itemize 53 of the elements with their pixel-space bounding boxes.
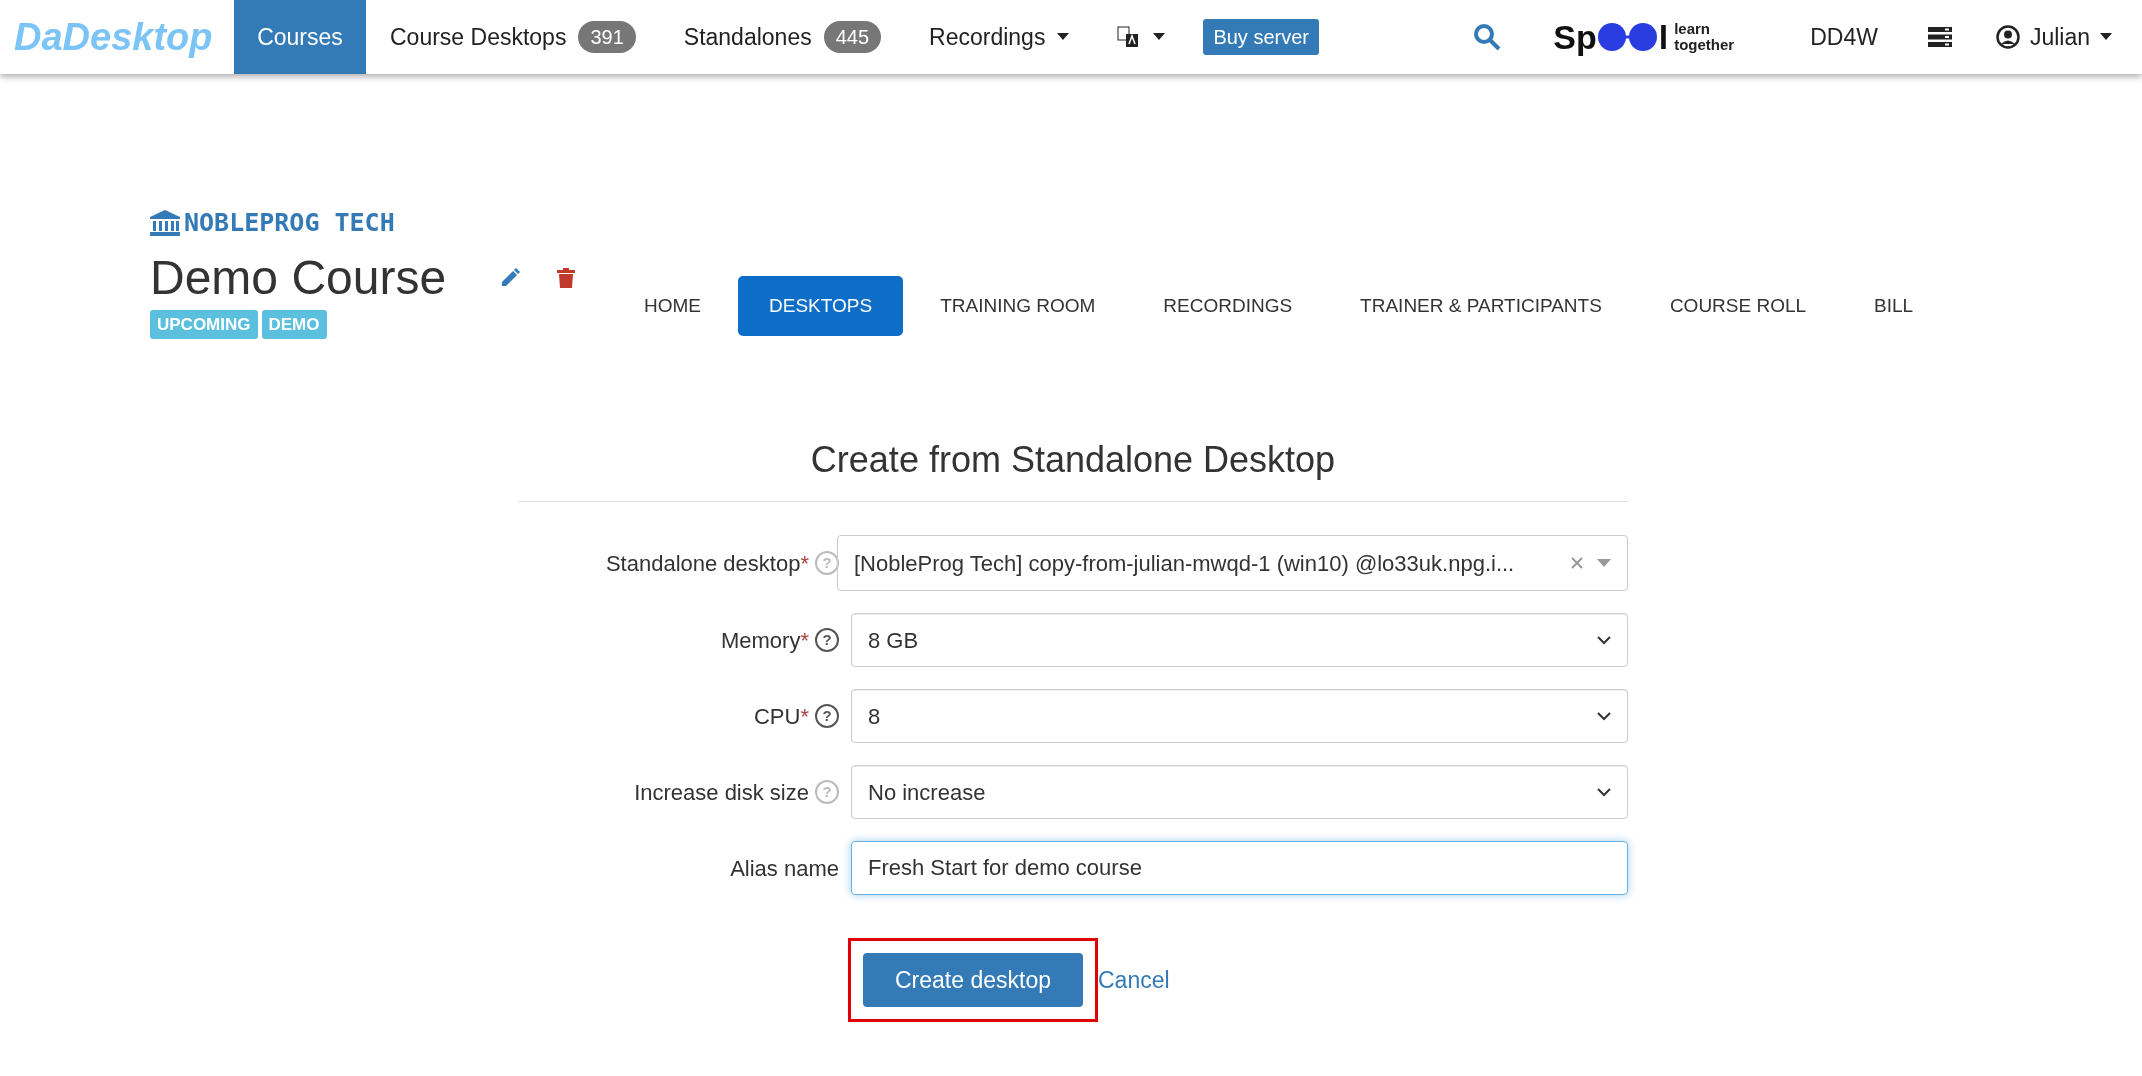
field-label: Increase disk size: [634, 778, 809, 807]
status-badge: DEMO: [261, 309, 327, 339]
clear-icon[interactable]: [1571, 557, 1583, 569]
dropdown-triangle-icon: [1597, 559, 1611, 567]
server-icon[interactable]: [1927, 27, 1952, 47]
count-badge: 445: [823, 21, 882, 53]
caret-icon: [1153, 33, 1166, 41]
user-menu[interactable]: Julian: [1973, 0, 2142, 74]
help-icon[interactable]: ?: [815, 704, 839, 728]
field-label: CPU: [754, 702, 801, 731]
required-mark: *: [800, 626, 809, 655]
select-field[interactable]: No increase: [851, 765, 1628, 819]
nav-link[interactable]: Courses: [234, 0, 366, 74]
course-tab[interactable]: RECORDINGS: [1132, 276, 1324, 336]
status-badge: UPCOMING: [150, 309, 258, 339]
course-title: Demo Course: [150, 249, 448, 306]
chevron-down-icon: [1597, 711, 1611, 721]
nav-link[interactable]: DD4W: [1782, 0, 1906, 74]
nav-link[interactable]: Standalones 445: [659, 0, 906, 74]
chevron-down-icon: [1597, 787, 1611, 797]
course-tab[interactable]: BILL: [1843, 276, 1945, 336]
chevron-down-icon: [1597, 635, 1611, 645]
create-desktop-button[interactable]: Create desktop: [863, 953, 1083, 1007]
required-mark: *: [800, 549, 809, 578]
field-label: Memory: [721, 626, 801, 655]
select-field[interactable]: 8: [851, 689, 1628, 743]
course-tab[interactable]: TRAINING ROOM: [909, 276, 1127, 336]
form-title: Create from Standalone Desktop: [518, 433, 1628, 502]
help-icon[interactable]: ?: [815, 628, 839, 652]
field-label: Standalone desktop: [605, 549, 801, 578]
nav-link[interactable]: Recordings: [905, 0, 1094, 74]
count-badge: 391: [578, 21, 636, 53]
alias-input[interactable]: Fresh Start for demo course: [851, 841, 1628, 895]
course-tab[interactable]: COURSE ROLL: [1638, 276, 1838, 336]
desktop-select[interactable]: [NobleProg Tech] copy-from-julian-mwqd-1 (win10) @lo33uk.npg.i...: [837, 535, 1628, 591]
buy-server-button[interactable]: Buy server: [1203, 19, 1319, 55]
nav-link[interactable]: Course Desktops 391: [366, 0, 660, 74]
search-icon[interactable]: [1473, 23, 1502, 51]
translate-icon[interactable]: [1117, 26, 1140, 48]
course-tab[interactable]: TRAINER & PARTICIPANTS: [1329, 276, 1633, 336]
user-icon: [1995, 25, 2020, 49]
cancel-link[interactable]: Cancel: [1098, 962, 1170, 998]
course-tab[interactable]: HOME: [613, 276, 732, 336]
course-tab[interactable]: DESKTOPS: [738, 276, 904, 336]
required-mark: *: [800, 702, 809, 731]
field-label: Alias name: [730, 854, 839, 883]
caret-icon: [2100, 33, 2112, 41]
caret-icon: [1057, 33, 1070, 41]
organization-name: NOBLEPROG TECH: [184, 207, 395, 239]
select-field[interactable]: 8 GB: [851, 613, 1628, 667]
trash-icon[interactable]: [557, 267, 575, 288]
bank-icon: [150, 209, 180, 236]
pencil-icon[interactable]: [500, 267, 520, 288]
